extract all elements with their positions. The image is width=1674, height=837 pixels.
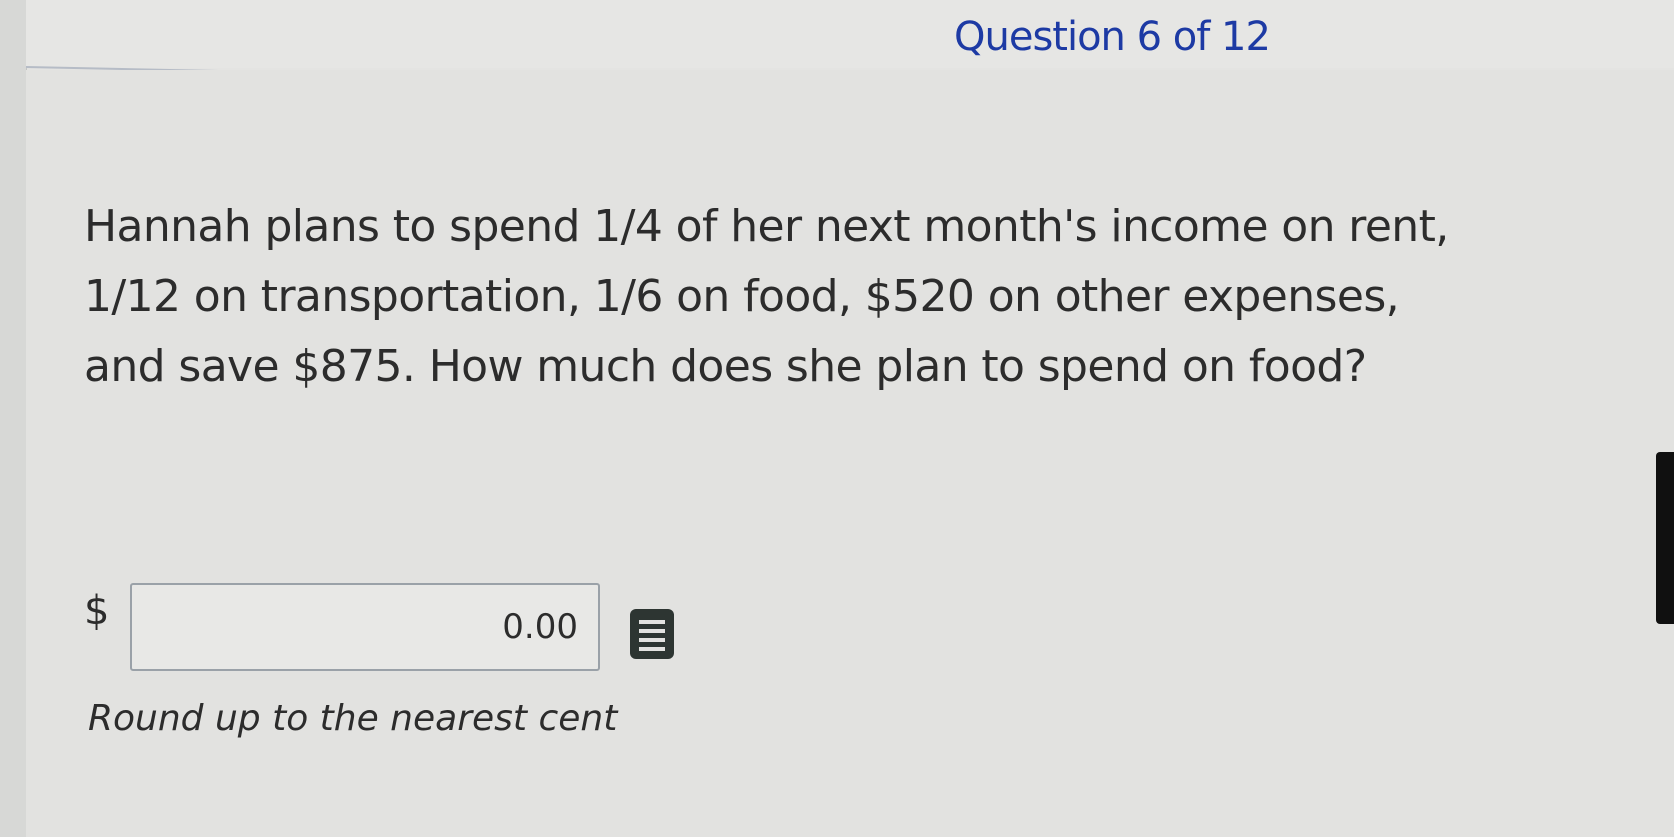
- calculator-display-bar: [639, 620, 665, 624]
- answer-input[interactable]: [130, 583, 600, 671]
- question-counter: Question 6 of 12: [954, 14, 1271, 60]
- calculator-key-row: [639, 638, 665, 642]
- question-text: Hannah plans to spend 1/4 of her next mo…: [84, 201, 1449, 392]
- rounding-hint: Round up to the nearest cent: [88, 698, 618, 739]
- calculator-icon[interactable]: [630, 609, 674, 659]
- calculator-key-row: [639, 647, 665, 651]
- calculator-key-row: [639, 629, 665, 633]
- header-bar: [26, 0, 1674, 68]
- side-tab-handle[interactable]: [1656, 452, 1674, 624]
- currency-symbol: $: [84, 588, 110, 634]
- left-edge-panel: [0, 0, 27, 837]
